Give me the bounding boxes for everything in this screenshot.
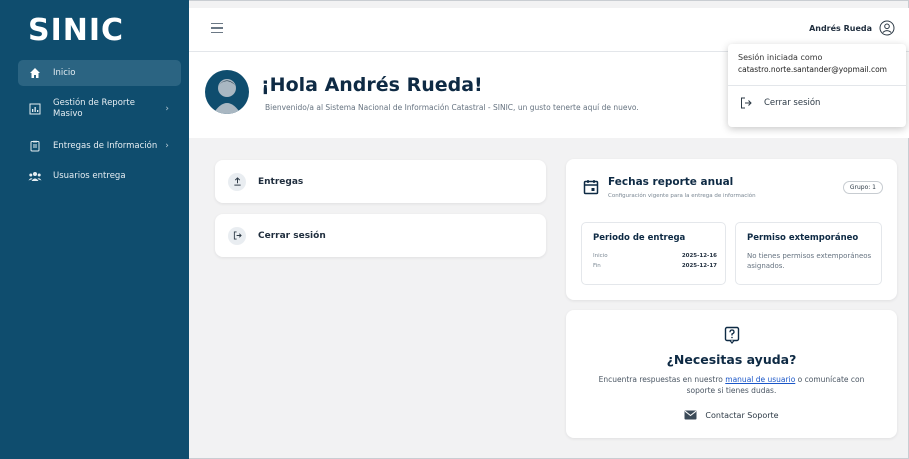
contactar-soporte-button[interactable]: Contactar Soporte [566, 410, 897, 420]
inicio-label: Inicio [593, 253, 608, 259]
sidebar-item-label: Inicio [53, 68, 76, 78]
user-account-icon[interactable] [879, 20, 895, 36]
chevron-right-icon: › [165, 141, 169, 151]
chart-icon [27, 101, 43, 117]
sidebar: SINIC Inicio Gestión de Reporte Masivo ›… [0, 0, 189, 459]
upload-icon [228, 172, 246, 191]
chevron-right-icon: › [165, 103, 169, 114]
cerrar-sesion-label: Cerrar sesión [258, 230, 326, 241]
dropdown-logout-button[interactable]: Cerrar sesión [728, 86, 906, 109]
permiso-extemporaneo-card: Permiso extemporáneo No tienes permisos … [735, 222, 882, 285]
contactar-soporte-label: Contactar Soporte [705, 410, 779, 420]
calendar-icon [583, 180, 599, 195]
sidebar-item-gestion-reporte[interactable]: Gestión de Reporte Masivo › [18, 94, 181, 124]
hamburger-menu-icon[interactable] [211, 23, 223, 36]
welcome-subtitle: Bienvenido/a al Sistema Nacional de Info… [265, 103, 639, 112]
inicio-row: Inicio 2025-12-16 [593, 253, 717, 259]
grupo-badge: Grupo: 1 [842, 181, 883, 194]
help-icon [724, 326, 740, 344]
ayuda-card: ¿Necesitas ayuda? Encuentra respuestas e… [566, 310, 897, 438]
page-title: ¡Hola Andrés Rueda! [261, 74, 483, 96]
sidebar-item-label: Entregas de Información [53, 141, 158, 151]
fechas-subtitle: Configuración vigente para la entrega de… [608, 193, 756, 199]
fechas-title: Fechas reporte anual [608, 176, 734, 188]
ayuda-title: ¿Necesitas ayuda? [666, 352, 797, 367]
ayuda-text: Encuentra respuestas en nuestro manual d… [586, 374, 877, 396]
session-email: catastro.norte.santander@yopmail.com [738, 65, 887, 74]
user-dropdown: Sesión iniciada como catastro.norte.sant… [728, 44, 906, 127]
sidebar-item-label: Usuarios entrega [53, 171, 126, 181]
permiso-title: Permiso extemporáneo [747, 233, 859, 243]
sidebar-item-usuarios-entrega[interactable]: Usuarios entrega [18, 168, 181, 184]
sidebar-item-entregas-informacion[interactable]: Entregas de Información › [18, 138, 181, 154]
users-icon [27, 168, 43, 184]
logo: SINIC [28, 13, 125, 48]
session-info: Sesión iniciada como catastro.norte.sant… [728, 44, 906, 86]
fin-row: Fin 2025-12-17 [593, 263, 717, 269]
sidebar-item-inicio[interactable]: Inicio [18, 60, 181, 86]
ayuda-text-before: Encuentra respuestas en nuestro [598, 375, 723, 384]
session-label: Sesión iniciada como [738, 53, 823, 62]
logout-icon [741, 97, 752, 109]
fechas-reporte-card: Fechas reporte anual Configuración vigen… [566, 159, 897, 300]
fin-label: Fin [593, 263, 601, 269]
mail-icon [684, 410, 697, 420]
user-name[interactable]: Andrés Rueda [809, 24, 872, 33]
clipboard-icon [27, 138, 43, 154]
sidebar-item-label: Gestión de Reporte Masivo [53, 98, 135, 119]
dropdown-logout-label: Cerrar sesión [764, 98, 821, 108]
entregas-label: Entregas [258, 176, 304, 187]
fin-value: 2025-12-17 [681, 263, 717, 269]
avatar [205, 70, 249, 114]
entregas-button[interactable]: Entregas [215, 160, 546, 203]
inicio-value: 2025-12-16 [681, 253, 717, 259]
logout-icon [228, 226, 246, 245]
manual-usuario-link[interactable]: manual de usuario [725, 375, 795, 384]
periodo-entrega-card: Periodo de entrega Inicio 2025-12-16 Fin… [581, 222, 726, 285]
permiso-text: No tienes permisos extemporáneos asignad… [747, 252, 872, 270]
home-icon [27, 65, 43, 81]
cerrar-sesion-button[interactable]: Cerrar sesión [215, 214, 546, 257]
periodo-title: Periodo de entrega [593, 233, 686, 243]
